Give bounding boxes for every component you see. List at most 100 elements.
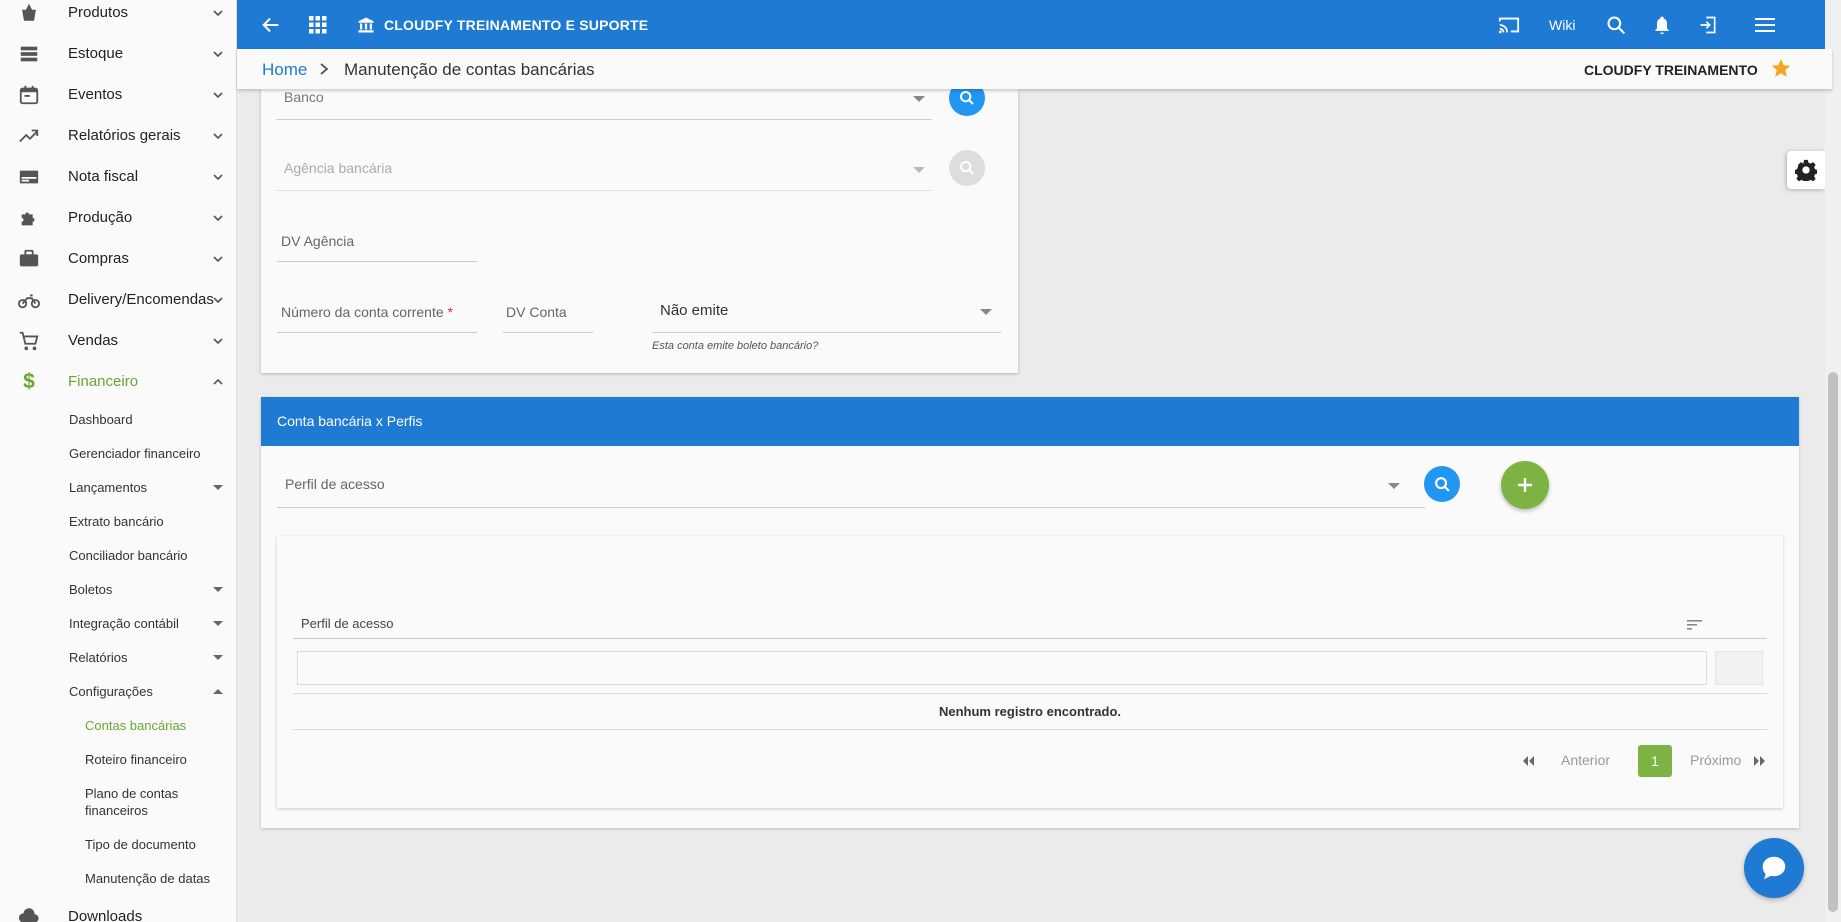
- caret-up-icon: [213, 689, 223, 694]
- add-perfil-button[interactable]: [1501, 461, 1549, 509]
- divider: [293, 638, 1767, 639]
- sidebar: Produtos Estoque Eventos Relatórios gera…: [0, 0, 237, 922]
- banco-select[interactable]: Banco: [284, 89, 324, 105]
- chevron-right-icon: [320, 63, 329, 75]
- sidebar-item-delivery[interactable]: Delivery/Encomendas: [0, 279, 236, 320]
- sidebar-item-produtos[interactable]: Produtos: [0, 0, 236, 33]
- divider: [277, 507, 1425, 508]
- sidebar-item-vendas[interactable]: Vendas: [0, 320, 236, 361]
- page-1-button[interactable]: 1: [1638, 745, 1672, 777]
- top-app-bar: CLOUDFY TREINAMENTO E SUPORTE Wiki: [237, 0, 1832, 49]
- dollar-icon: $: [23, 369, 35, 393]
- back-arrow-icon[interactable]: [259, 13, 283, 37]
- chevron-down-icon: [213, 132, 223, 139]
- last-page-icon[interactable]: [1753, 755, 1767, 767]
- sidebar-sub-dashboard[interactable]: Dashboard: [69, 411, 229, 428]
- search-icon[interactable]: [1604, 13, 1628, 37]
- breadcrumb-home[interactable]: Home: [262, 60, 307, 80]
- sidebar-sub-integracao[interactable]: Integração contábil: [69, 615, 229, 632]
- perfis-table: Perfil de acesso Nenhum registro encontr…: [277, 536, 1783, 808]
- sidebar-item-label: Produção: [68, 209, 133, 226]
- sidebar-sub-boletos[interactable]: Boletos: [69, 581, 229, 598]
- cast-icon[interactable]: [1497, 13, 1521, 37]
- settings-button[interactable]: [1787, 151, 1825, 189]
- sidebar-sub-extrato[interactable]: Extrato bancário: [69, 513, 229, 530]
- agencia-select[interactable]: Agência bancária: [284, 160, 392, 176]
- calendar-icon: [17, 83, 41, 107]
- chevron-down-icon: [213, 173, 223, 180]
- chat-button[interactable]: [1744, 838, 1804, 898]
- sort-icon[interactable]: [1687, 618, 1703, 632]
- first-page-icon[interactable]: [1521, 755, 1535, 767]
- trending-up-icon: [17, 124, 41, 148]
- apps-grid-icon[interactable]: [306, 13, 330, 37]
- sidebar-sub-roteiro[interactable]: Roteiro financeiro: [85, 751, 236, 768]
- sidebar-item-label: Financeiro: [68, 373, 139, 390]
- search-perfil-button[interactable]: [1424, 466, 1460, 502]
- search-icon: [960, 91, 974, 105]
- dv-agencia-field[interactable]: DV Agência: [281, 233, 354, 249]
- logout-icon[interactable]: [1696, 13, 1720, 37]
- sidebar-item-nota-fiscal[interactable]: Nota fiscal: [0, 156, 236, 197]
- perfis-card-title: Conta bancária x Perfis: [277, 413, 423, 429]
- star-icon[interactable]: [1770, 57, 1792, 79]
- chevron-down-icon: [213, 296, 223, 303]
- column-filter-button[interactable]: [1715, 651, 1763, 685]
- puzzle-icon: [17, 206, 41, 230]
- bank-account-form: Banco Agência bancária DV Agência Número…: [261, 80, 1018, 373]
- dv-conta-field[interactable]: DV Conta: [506, 304, 567, 320]
- wiki-link[interactable]: Wiki: [1549, 17, 1575, 33]
- perfil-acesso-select[interactable]: Perfil de acesso: [285, 476, 385, 492]
- numero-conta-field[interactable]: Número da conta corrente *: [281, 304, 453, 320]
- sidebar-sub-conciliador[interactable]: Conciliador bancário: [69, 547, 229, 564]
- caret-down-icon: [213, 655, 223, 660]
- breadcrumb: Home Manutenção de contas bancárias CLOU…: [237, 49, 1832, 89]
- chevron-up-icon: [213, 378, 223, 385]
- divider: [652, 332, 1001, 333]
- sidebar-sub-configuracoes[interactable]: Configurações: [69, 683, 229, 700]
- column-filter-input[interactable]: [297, 651, 1707, 685]
- plus-icon: [1518, 478, 1532, 492]
- sidebar-sub-plano[interactable]: Plano de contas financeiros: [85, 785, 195, 819]
- sidebar-sub-gerenciador[interactable]: Gerenciador financeiro: [69, 445, 229, 462]
- dropdown-caret-icon: [913, 167, 925, 173]
- sidebar-item-label: Eventos: [68, 86, 123, 103]
- sidebar-item-label: Compras: [68, 250, 129, 267]
- chevron-down-icon: [213, 91, 223, 98]
- next-page-button[interactable]: Próximo: [1690, 752, 1741, 768]
- divider: [277, 261, 477, 262]
- search-agencia-button[interactable]: [949, 150, 985, 186]
- sidebar-item-eventos[interactable]: Eventos: [0, 74, 236, 115]
- company-title: CLOUDFY TREINAMENTO E SUPORTE: [384, 17, 649, 33]
- sidebar-item-downloads[interactable]: Downloads: [0, 896, 236, 922]
- column-header-perfil[interactable]: Perfil de acesso: [301, 616, 394, 631]
- sidebar-item-label: Relatórios gerais: [68, 127, 181, 144]
- sidebar-sub-relatorios[interactable]: Relatórios: [69, 649, 229, 666]
- scrollbar-thumb[interactable]: [1828, 372, 1838, 912]
- emite-boleto-select[interactable]: Não emite: [660, 302, 728, 319]
- sidebar-item-producao[interactable]: Produção: [0, 197, 236, 238]
- chat-bubble-icon: [1762, 856, 1786, 880]
- perfis-card-header: Conta bancária x Perfis: [261, 397, 1799, 446]
- sidebar-item-estoque[interactable]: Estoque: [0, 33, 236, 74]
- sidebar-sub-tipo-documento[interactable]: Tipo de documento: [85, 836, 236, 853]
- menu-icon[interactable]: [1753, 13, 1777, 37]
- sidebar-item-financeiro[interactable]: $ Financeiro: [0, 361, 236, 402]
- chevron-down-icon: [213, 50, 223, 57]
- previous-page-button[interactable]: Anterior: [1561, 752, 1610, 768]
- sidebar-item-compras[interactable]: Compras: [0, 238, 236, 279]
- sidebar-sub-manutencao-datas[interactable]: Manutenção de datas: [85, 870, 236, 887]
- chevron-down-icon: [213, 214, 223, 221]
- numero-conta-label: Número da conta corrente: [281, 304, 444, 320]
- dropdown-caret-icon: [1388, 483, 1400, 489]
- sidebar-sub-contas-bancarias[interactable]: Contas bancárias: [85, 717, 236, 734]
- list-icon: [17, 42, 41, 66]
- sidebar-item-label: Produtos: [68, 4, 129, 21]
- cloud-download-icon: [17, 905, 41, 922]
- sidebar-item-relatorios-gerais[interactable]: Relatórios gerais: [0, 115, 236, 156]
- empty-table-message: Nenhum registro encontrado.: [938, 704, 1122, 719]
- sidebar-sub-lancamentos[interactable]: Lançamentos: [69, 479, 229, 496]
- bell-icon[interactable]: [1650, 13, 1674, 37]
- chevron-down-icon: [213, 337, 223, 344]
- dropdown-caret-icon: [913, 96, 925, 102]
